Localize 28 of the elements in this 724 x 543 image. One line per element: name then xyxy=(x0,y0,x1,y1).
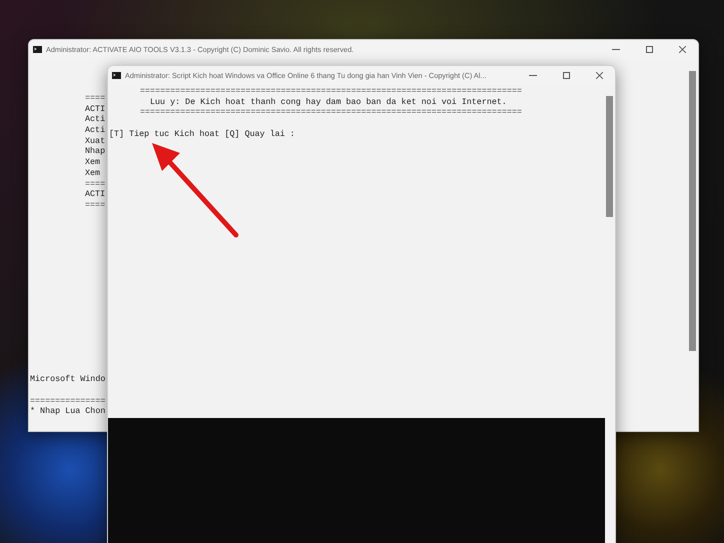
console-icon xyxy=(33,46,42,53)
console-line: ACTI xyxy=(85,104,106,114)
maximize-icon[interactable] xyxy=(646,46,653,53)
scrollbar[interactable] xyxy=(605,85,615,543)
console-line: Xem xyxy=(85,157,100,168)
maximize-icon[interactable] xyxy=(563,72,570,79)
scrollbar[interactable] xyxy=(688,59,698,431)
scrollbar-thumb[interactable] xyxy=(606,96,613,217)
separator-line: ============================================================================ xyxy=(140,107,522,118)
console-line: Acti xyxy=(85,114,106,124)
separator-line: ==== xyxy=(85,178,106,188)
notice-text: Luu y: De Kich hoat thanh cong hay dam bao ban da ket noi voi Internet. xyxy=(150,96,507,107)
separator-line: ==== xyxy=(85,93,106,103)
close-icon[interactable] xyxy=(679,46,686,53)
console-line: Xem xyxy=(85,168,100,178)
prompt-text: [T] Tiep tuc Kich hoat [Q] Quay lai : xyxy=(109,128,295,139)
separator-line: ==== xyxy=(85,200,106,210)
close-icon[interactable] xyxy=(596,72,603,79)
console-line: Nhap xyxy=(85,146,106,156)
console-line: ACTI xyxy=(85,189,106,200)
console-line: Acti xyxy=(85,125,106,136)
separator-line: ============================================================================ xyxy=(140,86,522,96)
console-line: Xuat xyxy=(85,136,106,146)
console-line: * Nhap Lua Chon xyxy=(30,406,106,416)
console-icon xyxy=(112,72,121,79)
scrollbar-thumb[interactable] xyxy=(689,71,696,351)
separator-line: =============== xyxy=(30,396,106,406)
console-line: Microsoft Windo xyxy=(30,374,106,384)
